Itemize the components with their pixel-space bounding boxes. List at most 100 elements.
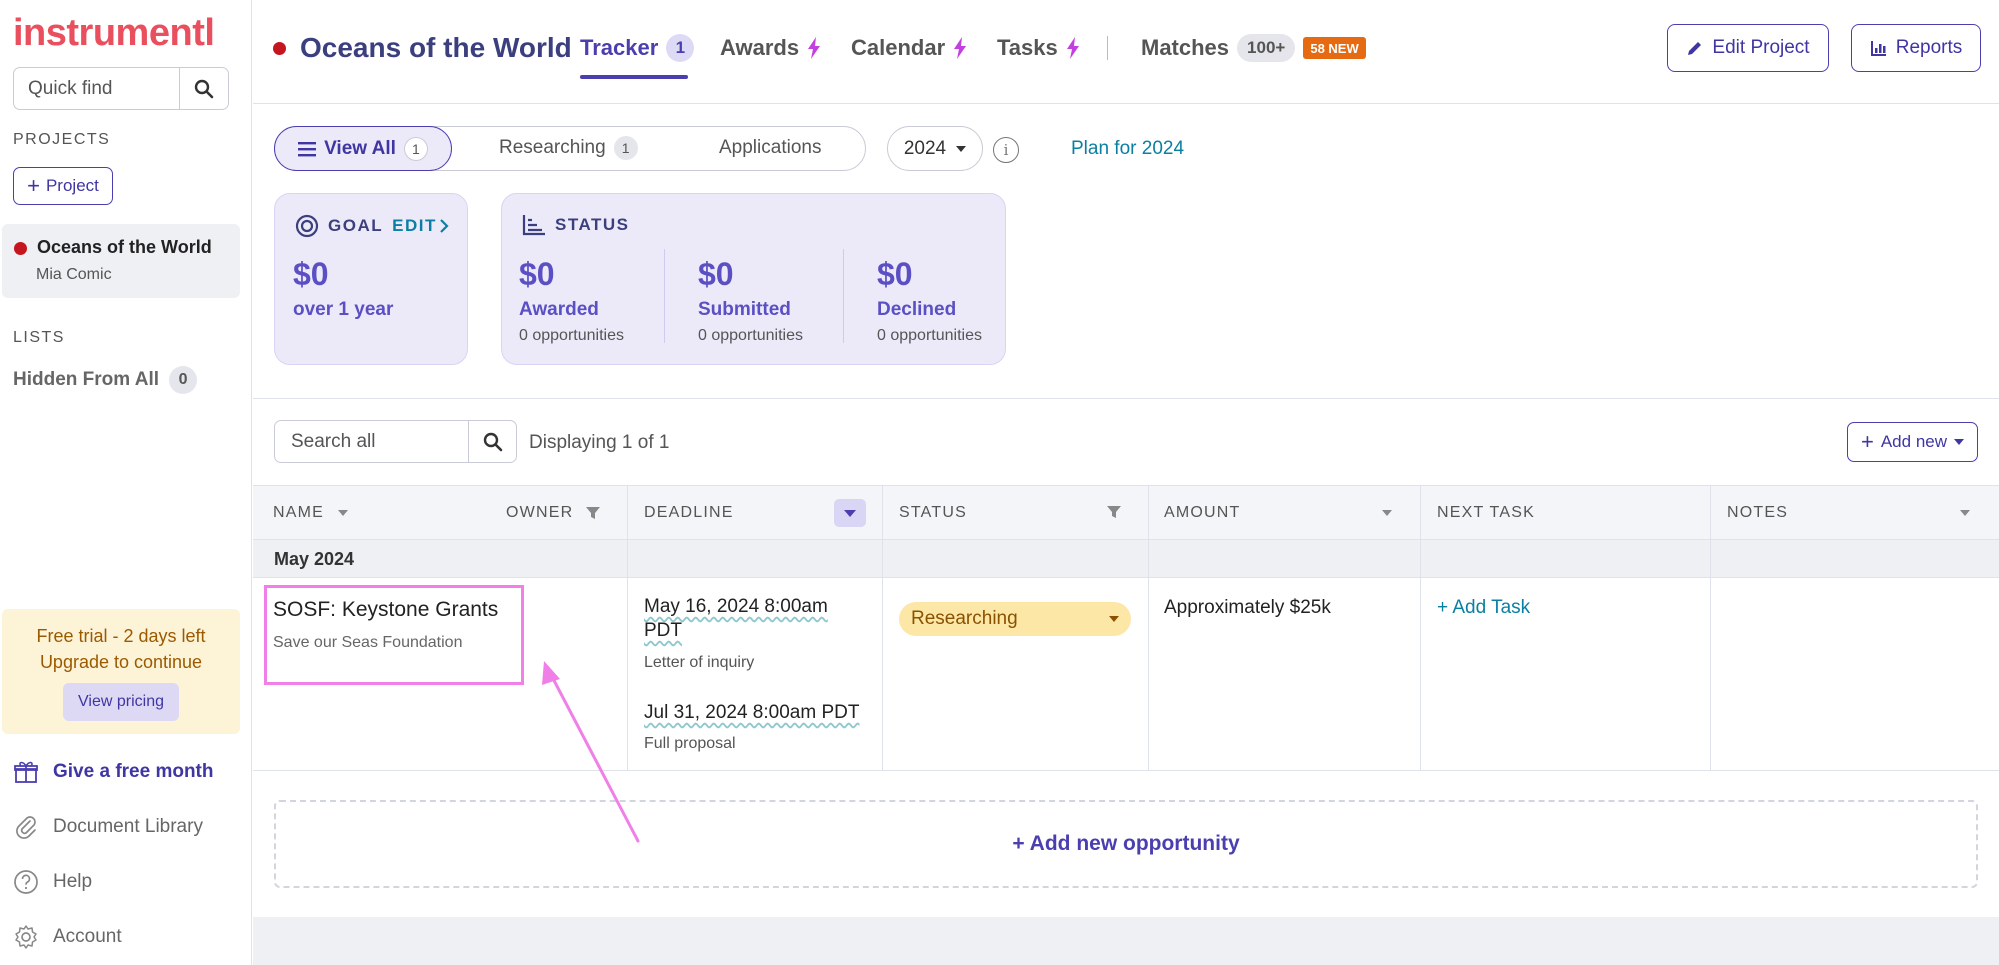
project-name: Oceans of the World xyxy=(37,237,212,257)
status-heading: STATUS xyxy=(522,214,629,236)
hidden-list-label: Hidden From All xyxy=(13,369,160,390)
table-header: NAME OWNER DEADLINE STATUS AMOUNT NEXT T… xyxy=(253,485,1999,540)
view-pricing-button[interactable]: View pricing xyxy=(63,683,179,721)
sidebar: instrumentl PROJECTS + Project Oceans of… xyxy=(0,0,252,965)
tab-tasks[interactable]: Tasks xyxy=(997,32,1080,64)
lightning-icon xyxy=(954,37,967,59)
filter-researching-count: 1 xyxy=(613,136,638,160)
trial-days-left: Free trial - 2 days left xyxy=(36,626,206,646)
info-icon[interactable]: i xyxy=(993,137,1019,163)
awarded-count: 0 opportunities xyxy=(519,327,624,344)
gear-icon xyxy=(15,925,37,949)
add-new-button[interactable]: + Add new xyxy=(1847,422,1978,462)
col-name[interactable]: NAME xyxy=(273,486,349,539)
tab-matches-count: 100+ xyxy=(1237,34,1296,62)
plus-icon: + xyxy=(27,173,40,198)
chevron-down-icon xyxy=(1109,616,1119,622)
sort-caret-icon xyxy=(844,509,856,517)
opportunity-amount: Approximately $25k xyxy=(1164,597,1331,618)
filter-applications[interactable]: Applications xyxy=(719,127,821,169)
chevron-down-icon xyxy=(956,145,967,152)
filter-researching[interactable]: Researching 1 xyxy=(499,127,638,169)
add-task-link[interactable]: + Add Task xyxy=(1437,597,1530,619)
col-notes[interactable]: NOTES xyxy=(1727,486,1788,539)
displaying-count: Displaying 1 of 1 xyxy=(529,432,670,453)
project-title-text: Oceans of the World xyxy=(300,32,572,63)
top-nav: Oceans of the World Tracker 1 Awards Cal… xyxy=(253,0,1999,104)
sidebar-link-gift[interactable]: Give a free month xyxy=(13,759,214,785)
status-value: Researching xyxy=(911,608,1018,629)
project-owner: Mia Comic xyxy=(36,266,112,283)
project-color-dot xyxy=(14,242,27,255)
search-all xyxy=(274,420,517,463)
status-dropdown[interactable]: Researching xyxy=(899,602,1131,636)
account-label: Account xyxy=(53,926,122,947)
awarded-amount: $0 xyxy=(519,256,555,292)
col-next-task-label: NEXT TASK xyxy=(1437,503,1535,521)
new-matches-badge: 58 NEW xyxy=(1303,37,1366,59)
quick-find xyxy=(13,67,229,110)
deadline-date[interactable]: May 16, 2024 8:00am PDT xyxy=(644,595,828,643)
search-icon xyxy=(483,432,502,451)
filter-icon xyxy=(586,506,601,519)
section-divider xyxy=(253,398,1999,399)
filter-icon[interactable] xyxy=(1106,504,1122,520)
trial-banner: Free trial - 2 days left Upgrade to cont… xyxy=(2,609,240,734)
col-amount[interactable]: AMOUNT xyxy=(1164,486,1241,539)
status-heading-text: STATUS xyxy=(555,215,630,234)
col-owner[interactable]: OWNER xyxy=(506,486,601,539)
goal-edit-link[interactable]: EDIT xyxy=(392,216,449,236)
search-all-button[interactable] xyxy=(469,421,516,462)
column-divider xyxy=(1420,485,1421,771)
plan-link[interactable]: Plan for 2024 xyxy=(1071,138,1184,160)
goal-period: over 1 year xyxy=(293,299,394,320)
col-notes-label: NOTES xyxy=(1727,503,1789,521)
sort-caret-icon[interactable] xyxy=(1960,510,1970,516)
year-value: 2024 xyxy=(903,137,947,159)
col-deadline[interactable]: DEADLINE xyxy=(644,486,734,539)
col-next-task[interactable]: NEXT TASK xyxy=(1437,486,1535,539)
view-filter-group: View All 1 Researching 1 Applications xyxy=(274,126,866,171)
col-status[interactable]: STATUS xyxy=(899,486,967,539)
chevron-right-icon xyxy=(440,219,449,233)
sidebar-link-account[interactable]: Account xyxy=(13,924,122,950)
add-new-label: Add new xyxy=(1880,432,1948,451)
documents-label: Document Library xyxy=(53,816,203,837)
deadline-date-line1: May 16, 2024 8:00am xyxy=(644,596,828,617)
reports-label: Reports xyxy=(1895,37,1963,58)
tab-matches[interactable]: Matches 100+ 58 NEW xyxy=(1141,32,1366,64)
tab-tracker[interactable]: Tracker 1 xyxy=(580,32,695,64)
filter-view-all[interactable]: View All 1 xyxy=(274,126,452,171)
reports-button[interactable]: Reports xyxy=(1851,24,1981,72)
status-divider xyxy=(843,249,844,343)
edit-project-label: Edit Project xyxy=(1712,37,1810,58)
edit-project-button[interactable]: Edit Project xyxy=(1667,24,1829,72)
sidebar-project-oceans[interactable]: Oceans of the World Mia Comic xyxy=(2,224,240,298)
tab-matches-label: Matches xyxy=(1141,35,1230,60)
search-all-input[interactable] xyxy=(275,421,469,462)
sidebar-link-documents[interactable]: Document Library xyxy=(13,814,203,840)
sidebar-link-help[interactable]: Help xyxy=(13,869,92,895)
sort-caret-icon[interactable] xyxy=(1382,510,1392,516)
logo[interactable]: instrumentl xyxy=(13,12,215,55)
col-owner-label: OWNER xyxy=(506,503,574,521)
deadline-sort-button[interactable] xyxy=(834,499,866,527)
goal-heading-text: GOAL xyxy=(328,216,384,235)
quick-find-button[interactable] xyxy=(180,68,228,109)
add-project-button[interactable]: + Project xyxy=(13,167,113,205)
tab-calendar[interactable]: Calendar xyxy=(851,32,967,64)
deadline-date[interactable]: Jul 31, 2024 8:00am PDT xyxy=(644,701,859,725)
sidebar-list-hidden[interactable]: Hidden From All 0 xyxy=(13,366,198,394)
quick-find-input[interactable] xyxy=(14,68,180,109)
col-amount-label: AMOUNT xyxy=(1164,503,1241,521)
col-status-label: STATUS xyxy=(899,503,967,521)
tab-awards[interactable]: Awards xyxy=(720,32,821,64)
sort-caret-icon xyxy=(338,509,349,516)
active-tab-indicator xyxy=(580,75,688,79)
year-select[interactable]: 2024 xyxy=(887,126,983,171)
tab-tracker-count: 1 xyxy=(666,34,695,62)
submitted-amount: $0 xyxy=(698,256,734,292)
add-project-label: Project xyxy=(45,176,99,195)
stairs-chart-icon xyxy=(522,215,545,236)
deadline-type: Full proposal xyxy=(644,735,736,752)
